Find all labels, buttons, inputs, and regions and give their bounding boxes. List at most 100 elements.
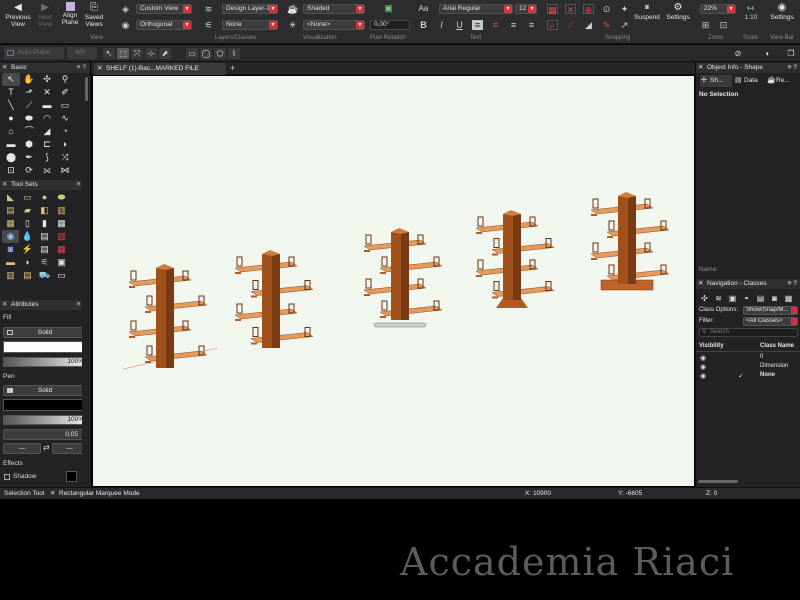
- toolset-furniture-icon[interactable]: ▤: [2, 204, 19, 217]
- shelf-model[interactable]: [475, 210, 555, 308]
- snap-loci-icon[interactable]: ↗: [619, 20, 630, 30]
- toolset-visualization-icon[interactable]: ◉: [2, 230, 19, 243]
- tab-render[interactable]: ☕ Re...: [766, 75, 798, 87]
- class-options-dropdown[interactable]: Show/Snap/M...: [743, 306, 798, 315]
- close-icon[interactable]: ✕: [2, 63, 7, 73]
- eyedropper-tool-icon[interactable]: ✐: [56, 86, 74, 99]
- move-tool-icon[interactable]: ⊡: [2, 164, 20, 177]
- toolset-users-icon[interactable]: ◙: [2, 243, 19, 256]
- font-dropdown[interactable]: Arial Regular ▼: [439, 4, 513, 14]
- pan-tool-icon[interactable]: ✋: [20, 73, 38, 86]
- align-left-icon[interactable]: ≡: [472, 20, 483, 30]
- selection-tool-icon[interactable]: ↖: [2, 73, 20, 86]
- shadow-color-swatch[interactable]: [66, 471, 77, 482]
- nav-symbols-icon[interactable]: ◙: [769, 294, 780, 304]
- navigation-header[interactable]: ✕ Navigation - Classes ≡?: [696, 279, 800, 289]
- render-mode-dropdown[interactable]: Shaded ▼: [303, 4, 365, 14]
- underline-icon[interactable]: U: [454, 20, 465, 30]
- zoom-tool-icon[interactable]: ⚲: [56, 73, 74, 86]
- suspend-button[interactable]: ⏸ Suspend: [633, 2, 661, 21]
- toolset-misc-icon[interactable]: ▭: [53, 269, 70, 282]
- new-tab-icon[interactable]: +: [230, 62, 235, 75]
- eye-icon[interactable]: ◉: [700, 372, 706, 380]
- class-search-input[interactable]: ⚲ Search: [699, 328, 798, 337]
- object-info-header[interactable]: ✕ Object Info - Shape ≡?: [696, 63, 800, 73]
- nav-references-icon[interactable]: ▤: [755, 294, 766, 304]
- shelf-model[interactable]: [234, 250, 314, 348]
- mirror-tool-icon[interactable]: ⟗: [38, 164, 56, 177]
- next-view-button[interactable]: ▶ Next View: [34, 2, 56, 28]
- previous-view-button[interactable]: ◀ Previous View: [4, 2, 32, 28]
- fillet-tool-icon[interactable]: ⬤: [2, 151, 20, 164]
- toolset-fabric-icon[interactable]: ▥: [53, 204, 70, 217]
- view-dropdown[interactable]: Custom View ▼: [136, 4, 192, 14]
- toolset-landscape-icon[interactable]: ●: [36, 191, 53, 204]
- line-tool-icon[interactable]: ╲: [2, 99, 20, 112]
- arc-tool-icon[interactable]: ◠: [38, 112, 56, 125]
- plan-rotation-icon[interactable]: ▣: [383, 3, 394, 13]
- toolset-spaces-icon[interactable]: ▯: [19, 217, 36, 230]
- scale-value[interactable]: 1:10: [743, 13, 759, 23]
- toolset-audio-icon[interactable]: ◗: [19, 256, 36, 269]
- zoom-area-icon[interactable]: ⊡: [718, 20, 729, 30]
- nav-sheets-icon[interactable]: ▣: [727, 294, 738, 304]
- select-mode-icon[interactable]: ↖: [103, 48, 115, 59]
- nav-views-icon[interactable]: ◓: [741, 294, 752, 304]
- polygon-tool-icon[interactable]: ⌂: [2, 125, 20, 138]
- circle-tool-icon[interactable]: ●: [2, 112, 20, 125]
- shelf-model[interactable]: [128, 264, 208, 368]
- text-tool-icon[interactable]: T: [2, 86, 20, 99]
- nav-objects-icon[interactable]: ▦: [783, 294, 794, 304]
- plan-rotation-field[interactable]: 0,00°: [370, 20, 410, 30]
- tool-sets-header[interactable]: ✕ Tool Sets ≡?: [0, 180, 90, 190]
- split-tool-icon[interactable]: ⋈: [56, 164, 74, 177]
- align-right-icon[interactable]: ≡: [508, 20, 519, 30]
- nav-classes-icon[interactable]: ✣: [699, 294, 710, 304]
- tab-shape[interactable]: ✢ Sh...: [700, 75, 732, 87]
- font-size-dropdown[interactable]: 12 ▼: [515, 4, 537, 14]
- palette-menu-icon[interactable]: ≡?: [788, 279, 799, 289]
- toolset-lighting-icon[interactable]: ◧: [36, 204, 53, 217]
- callout-tool-icon[interactable]: ⬏: [20, 86, 38, 99]
- regular-polygon-tool-icon[interactable]: ⬢: [20, 138, 38, 151]
- toolset-site-icon[interactable]: ⬬: [53, 191, 70, 204]
- toolset-data-icon[interactable]: ▤: [36, 243, 53, 256]
- snap-smart-edge-icon[interactable]: ⟋: [565, 20, 576, 30]
- working-plane-button[interactable]: WP: [67, 47, 97, 59]
- eye-icon[interactable]: ◉: [700, 354, 706, 362]
- document-tab[interactable]: ✕ SHELF (1)-Bac...MARKED FILE: [94, 63, 226, 75]
- pen-opacity-slider[interactable]: 100%: [3, 415, 87, 425]
- attributes-header[interactable]: ✕ Attributes ≡?: [0, 300, 90, 310]
- toolset-rigging-icon[interactable]: ▦: [53, 243, 70, 256]
- projection-dropdown[interactable]: Orthogonal ▼: [136, 20, 192, 30]
- double-line-tool-icon[interactable]: ▬: [2, 138, 20, 151]
- cursor-mode-icon[interactable]: ⬈: [159, 48, 171, 59]
- lasso-marquee-icon[interactable]: ⌇: [228, 48, 240, 59]
- toolset-event-icon[interactable]: ▥: [2, 269, 19, 282]
- close-icon[interactable]: ✕: [698, 63, 703, 73]
- freehand-tool-icon[interactable]: ∿: [56, 112, 74, 125]
- zoom-fit-icon[interactable]: ⊞: [700, 20, 711, 30]
- toolset-lighting-devices-icon[interactable]: ⚟: [36, 256, 53, 269]
- fill-style-dropdown[interactable]: Solid: [3, 327, 87, 338]
- toolset-water-icon[interactable]: 💧: [19, 230, 36, 243]
- snap-object-icon[interactable]: ✕: [565, 4, 576, 15]
- polyline-tool-icon[interactable]: ⌒: [20, 125, 38, 138]
- toolset-interior-icon[interactable]: ▦: [2, 217, 19, 230]
- nav-layers-icon[interactable]: ≋: [713, 294, 724, 304]
- table-row[interactable]: ◉ Dimension: [696, 363, 800, 372]
- transform-mode-icon[interactable]: ⊹: [145, 48, 157, 59]
- align-plane-button[interactable]: Align Plane: [59, 2, 81, 26]
- fill-color-swatch[interactable]: [3, 341, 87, 353]
- palette-menu-icon[interactable]: ≡?: [788, 63, 799, 73]
- arrowhead-start-dropdown[interactable]: —: [3, 443, 41, 454]
- snap-working-plane-icon[interactable]: ✎: [601, 20, 612, 30]
- toolset-machine-icon[interactable]: ▦: [53, 217, 70, 230]
- toolset-plumbing-icon[interactable]: ▥: [53, 230, 70, 243]
- auto-plane-toggle[interactable]: Auto-Plane: [4, 47, 64, 59]
- close-icon[interactable]: ✕: [2, 180, 7, 190]
- table-row[interactable]: ◉ 0: [696, 354, 800, 363]
- marquee-mode-icon[interactable]: ⬚: [117, 48, 129, 59]
- circle-marquee-icon[interactable]: ◯: [200, 48, 212, 59]
- arrowhead-swap-icon[interactable]: ⇄: [43, 443, 50, 452]
